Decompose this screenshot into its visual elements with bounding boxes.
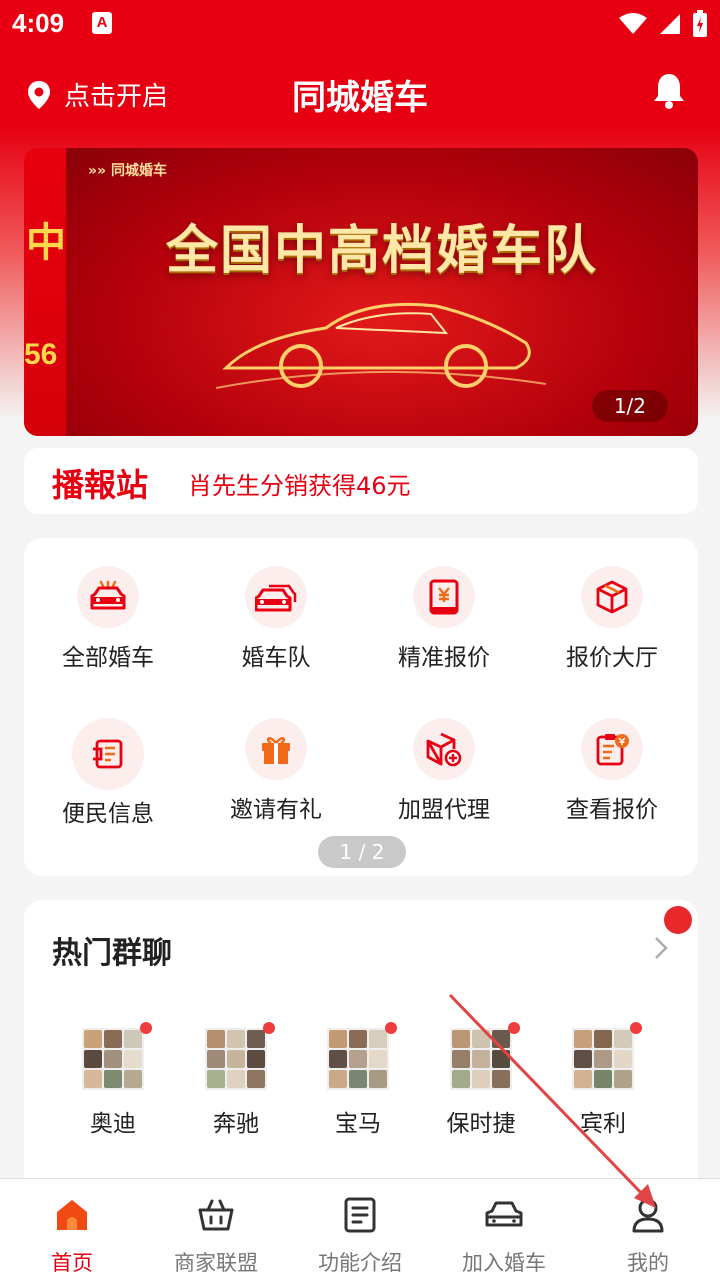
user-icon <box>576 1193 720 1237</box>
tab-merchant-alliance[interactable]: 商家联盟 <box>144 1193 288 1277</box>
hot-groups-card: 热门群聊 奥迪 奔驰 宝马 保时捷 宾利 <box>24 900 698 1200</box>
grid-item-invite-gift[interactable]: 邀请有礼 <box>192 718 360 824</box>
group-unread-badge <box>140 1022 152 1034</box>
gift-icon <box>245 718 307 780</box>
broadcast-message: 肖先生分销获得46元 <box>188 472 411 500</box>
home-icon <box>0 1193 144 1237</box>
broadcast-bar[interactable]: 播報站 肖先生分销获得46元 <box>24 448 698 514</box>
wifi-icon <box>619 13 647 34</box>
group-chat-item[interactable]: 奥迪 <box>58 1022 168 1138</box>
clipboard-yuan-icon <box>581 718 643 780</box>
tab-features[interactable]: 功能介绍 <box>288 1193 432 1277</box>
banner-slide[interactable]: »» 同城婚车 全国中高档婚车队 1/2 <box>66 148 698 436</box>
car-icon <box>432 1193 576 1237</box>
banner-page-indicator: 1/2 <box>591 390 668 422</box>
group-unread-badge <box>385 1022 397 1034</box>
sports-car-illustration <box>216 302 546 389</box>
broadcast-label: 播報站 <box>52 466 149 504</box>
page-title: 同城婚车 <box>292 78 428 118</box>
grid-item-join-agent[interactable]: 加盟代理 <box>360 718 528 824</box>
bell-icon <box>654 74 684 109</box>
group-avatar <box>205 1022 275 1090</box>
box-plus-icon <box>413 718 475 780</box>
grid-item-all-cars[interactable]: 全部婚车 <box>24 566 192 672</box>
status-bar: 4:09 A <box>0 0 720 50</box>
banner-carousel[interactable]: 中 56 »» 同城婚车 全国中高档婚车队 1/2 <box>24 148 698 436</box>
signal-icon <box>660 14 680 34</box>
group-unread-badge <box>263 1022 275 1034</box>
grid-item-convenience-info[interactable]: 便民信息 <box>24 718 192 828</box>
grid-item-quote-hall[interactable]: 报价大厅 <box>528 566 696 672</box>
car-front-icon <box>77 566 139 628</box>
chevron-right-icon[interactable] <box>654 936 668 960</box>
battery-icon <box>693 10 707 37</box>
banner-headline: 全国中高档婚车队 <box>165 221 598 281</box>
group-avatar <box>82 1022 152 1090</box>
group-chat-item[interactable]: 奔驰 <box>181 1022 291 1138</box>
basket-icon <box>144 1193 288 1237</box>
tab-mine[interactable]: 我的 <box>576 1193 720 1277</box>
group-avatar <box>327 1022 397 1090</box>
group-avatar <box>572 1022 642 1090</box>
hot-groups-title: 热门群聊 <box>52 936 172 971</box>
unread-dot <box>664 906 692 934</box>
yuan-document-icon <box>413 566 475 628</box>
car-fleet-icon <box>245 566 307 628</box>
group-unread-badge <box>508 1022 520 1034</box>
info-card-icon <box>72 718 144 790</box>
grid-page-indicator: 1 / 2 <box>318 836 406 868</box>
cube-icon <box>581 566 643 628</box>
banner-previous-slide: 中 56 <box>24 148 66 436</box>
group-chat-item[interactable]: 保时捷 <box>426 1022 536 1138</box>
status-time: 4:09 <box>12 8 65 38</box>
bottom-tab-bar: 首页 商家联盟 功能介绍 加入婚车 我的 <box>0 1178 720 1281</box>
group-chat-item[interactable]: 宝马 <box>303 1022 413 1138</box>
notification-icon: A <box>92 12 112 34</box>
function-grid: 全部婚车 婚车队 精准报价 报价大厅 便民信息 邀请有礼 加盟代理 查看报价 1… <box>24 538 698 876</box>
notification-button[interactable] <box>652 72 686 114</box>
group-chat-item[interactable]: 宾利 <box>548 1022 658 1138</box>
grid-item-car-fleet[interactable]: 婚车队 <box>192 566 360 672</box>
grid-item-view-quotes[interactable]: 查看报价 <box>528 718 696 824</box>
group-unread-badge <box>630 1022 642 1034</box>
status-icons <box>618 10 708 38</box>
grid-item-precise-quote[interactable]: 精准报价 <box>360 566 528 672</box>
document-icon <box>288 1193 432 1237</box>
group-avatar <box>450 1022 520 1090</box>
banner-tag: »» 同城婚车 <box>88 163 167 179</box>
app-header: 点击开启 同城婚车 <box>0 60 720 124</box>
tab-home[interactable]: 首页 <box>0 1193 144 1277</box>
tab-join-wedding-car[interactable]: 加入婚车 <box>432 1193 576 1277</box>
